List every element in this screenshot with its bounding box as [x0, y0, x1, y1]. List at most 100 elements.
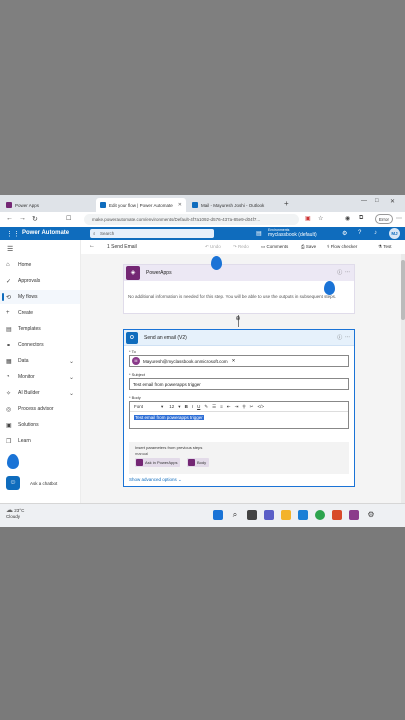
action-card-send-email[interactable]: O Send an email (V2) ⓘ ⋯ * To M Mayuresh…: [123, 329, 355, 487]
sidebar-item-ai-builder[interactable]: ✧ AI Builder ⌄: [0, 386, 80, 400]
recipient-chip[interactable]: M Mayuresh@myclassbook.onmicrosoft.com ✕: [132, 357, 235, 365]
more-icon[interactable]: ⋯: [396, 215, 402, 222]
start-icon[interactable]: [213, 510, 223, 520]
tab-edit-flow[interactable]: Edit your flow | Power Automate ✕: [96, 198, 186, 212]
sidebar-item-home[interactable]: ⌂ Home: [0, 258, 80, 272]
reading-list-icon[interactable]: ☐: [66, 215, 71, 222]
tab-outlook[interactable]: Mail - Mayuresh Joshi - Outlook: [188, 198, 280, 212]
settings-gear-icon[interactable]: ⚙: [342, 230, 347, 237]
bold-icon[interactable]: B: [185, 404, 188, 409]
browser-window: Power Apps Edit your flow | Power Automa…: [0, 195, 405, 527]
unlink-icon[interactable]: ✂: [250, 404, 254, 410]
sidebar-item-solutions[interactable]: ▣ Solutions: [0, 418, 80, 432]
flow-checker-button[interactable]: ⚕ Flow checker: [327, 244, 357, 250]
edge-icon[interactable]: [298, 510, 308, 520]
settings-gear-icon[interactable]: ⚙: [366, 510, 376, 520]
chrome-icon[interactable]: [315, 510, 325, 520]
comments-button[interactable]: ▭ Comments: [261, 244, 288, 250]
redo-button[interactable]: ↷ Redo: [233, 244, 249, 250]
body-editor[interactable]: Font ▾ 12 ▾ B I U ✎ ☰ ≡ ⇤ ⇥ ⚲ ✂ </> Test…: [129, 401, 349, 429]
extension-icon[interactable]: ▣: [305, 215, 311, 222]
sidebar-item-learn[interactable]: ❐ Learn: [0, 434, 80, 448]
brave-icon[interactable]: [332, 510, 342, 520]
insert-step-icon[interactable]: ⊕: [232, 313, 244, 325]
cloud-icon: ☁: [6, 507, 13, 514]
chevron-down-icon[interactable]: ▾: [161, 404, 163, 410]
subject-field[interactable]: Test email from powerapps trigger: [129, 378, 349, 390]
minimize-icon[interactable]: —: [361, 198, 367, 204]
undo-button[interactable]: ↶ Undo: [205, 244, 221, 250]
sidebar-item-connectors[interactable]: ⚭ Connectors: [0, 338, 80, 352]
tab-power-apps[interactable]: Power Apps: [2, 198, 94, 212]
collections-icon[interactable]: ⧉: [359, 215, 363, 222]
sidebar-item-process-advisor[interactable]: ◎ Process advisor: [0, 402, 80, 416]
action-card-title: Send an email (V2): [144, 334, 187, 341]
app-launcher-icon[interactable]: ⋮⋮: [6, 230, 20, 238]
test-button[interactable]: ⚗ Test: [378, 244, 391, 250]
search-icon[interactable]: ⌕: [230, 510, 240, 520]
numbered-list-icon[interactable]: ≡: [220, 404, 223, 409]
sidebar-item-label: Connectors: [18, 342, 44, 348]
sidebar-item-data[interactable]: ▦ Data ⌄: [0, 354, 80, 368]
chatbot-label[interactable]: Ask a chatbot: [30, 481, 57, 486]
sidebar-item-monitor[interactable]: ◔ Monitor ⌄: [0, 370, 80, 384]
card-help-more-icon[interactable]: ⓘ ⋯: [337, 334, 350, 341]
chatbot-icon[interactable]: ☺: [6, 476, 20, 490]
powerapps-taskbar-icon[interactable]: [349, 510, 359, 520]
favorite-star-icon[interactable]: ☆: [318, 215, 323, 222]
url-field[interactable]: make.powerautomate.com/environments/Defa…: [84, 214, 299, 225]
search-input[interactable]: ⌕ Search: [90, 229, 214, 238]
avatar[interactable]: MJ: [389, 228, 400, 239]
show-advanced-options-link[interactable]: Show advanced options ⌄: [129, 477, 182, 483]
dynamic-chip-body[interactable]: Body: [187, 458, 210, 467]
italic-icon[interactable]: I: [192, 404, 193, 409]
teams-icon[interactable]: [264, 510, 274, 520]
sidebar-item-my-flows[interactable]: ⟲ My flows: [0, 290, 80, 304]
hamburger-menu-icon[interactable]: ☰: [7, 245, 13, 253]
new-tab-button[interactable]: +: [284, 199, 289, 208]
back-arrow-icon[interactable]: ←: [89, 243, 95, 249]
environment-name: myclassbook (default): [268, 232, 317, 238]
tab-label: Mail - Mayuresh Joshi - Outlook: [201, 202, 265, 208]
sidebar-item-create[interactable]: + Create: [0, 306, 80, 320]
tab-label: Power Apps: [15, 202, 40, 208]
bottom-letterbox: [0, 527, 405, 720]
environment-picker[interactable]: Environments myclassbook (default): [268, 228, 317, 238]
scrollbar-thumb[interactable]: [401, 260, 405, 320]
back-arrow-icon[interactable]: ←: [6, 215, 13, 222]
chevron-down-icon[interactable]: ▾: [178, 404, 180, 410]
remove-chip-icon[interactable]: ✕: [232, 358, 236, 364]
bullet-list-icon[interactable]: ☰: [212, 404, 216, 410]
file-explorer-icon[interactable]: [281, 510, 291, 520]
sidebar-item-approvals[interactable]: ✓ Approvals: [0, 274, 80, 288]
task-view-icon[interactable]: [247, 510, 257, 520]
save-button[interactable]: ⎙ Save: [301, 244, 316, 249]
forward-arrow-icon[interactable]: →: [19, 215, 26, 222]
notifications-icon[interactable]: ♪: [374, 230, 377, 236]
action-card-header[interactable]: O Send an email (V2): [124, 330, 354, 346]
font-select[interactable]: Font: [134, 404, 143, 409]
trigger-card-header[interactable]: ◈ PowerApps: [124, 265, 354, 281]
card-help-more-icon[interactable]: ⓘ ⋯: [337, 269, 350, 276]
help-icon[interactable]: ?: [358, 230, 361, 236]
weather-widget[interactable]: ☁ 23°C Cloudy: [6, 507, 24, 520]
trigger-card-powerapps[interactable]: ◈ PowerApps ⓘ ⋯ No additional informatio…: [123, 264, 355, 314]
to-field[interactable]: M Mayuresh@myclassbook.onmicrosoft.com ✕: [129, 355, 349, 367]
app-title[interactable]: Power Automate: [22, 230, 69, 236]
indent-icon[interactable]: ⇥: [235, 404, 239, 410]
outdent-icon[interactable]: ⇤: [227, 404, 231, 410]
refresh-icon[interactable]: ↻: [32, 215, 38, 223]
window-close-icon[interactable]: ✕: [390, 198, 395, 205]
maximize-icon[interactable]: □: [375, 198, 379, 204]
font-size-select[interactable]: 12: [169, 404, 174, 409]
pen-icon[interactable]: ✎: [204, 404, 208, 410]
avatar: M: [132, 357, 140, 365]
close-icon[interactable]: ✕: [178, 202, 182, 208]
underline-icon[interactable]: U: [197, 404, 200, 409]
sidebar-item-templates[interactable]: ▤ Templates: [0, 322, 80, 336]
error-button[interactable]: Error: [375, 214, 393, 224]
dynamic-chip-ask-in-powerapps[interactable]: Ask in PowerApps: [135, 458, 181, 467]
link-icon[interactable]: ⚲: [242, 404, 245, 410]
profile-icon[interactable]: ◉: [345, 215, 350, 222]
code-view-icon[interactable]: </>: [257, 404, 264, 409]
